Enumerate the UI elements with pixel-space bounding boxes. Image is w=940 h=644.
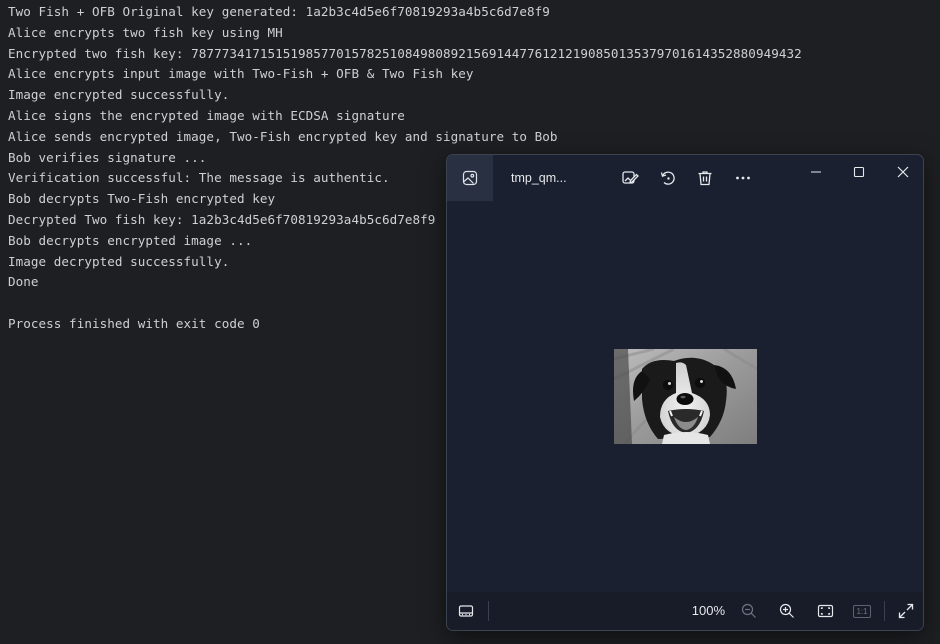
toolbar-divider <box>884 601 885 621</box>
close-button[interactable] <box>883 157 923 187</box>
console-line: Image encrypted successfully. <box>8 87 230 103</box>
console-line: Encrypted two fish key: 7877734171515198… <box>8 45 802 61</box>
minimize-button[interactable] <box>796 157 836 187</box>
minimize-icon <box>810 166 822 178</box>
edit-image-button[interactable] <box>617 165 643 191</box>
image-canvas[interactable] <box>447 201 923 592</box>
maximize-button[interactable] <box>839 157 879 187</box>
more-icon <box>734 169 752 187</box>
console-line: Alice signs the encrypted image with ECD… <box>8 107 405 123</box>
fullscreen-icon <box>898 603 914 619</box>
rotate-button[interactable] <box>655 165 681 191</box>
viewer-tab[interactable] <box>447 155 493 201</box>
filmstrip-button[interactable] <box>453 598 479 624</box>
maximize-icon <box>853 166 865 178</box>
fullscreen-button[interactable] <box>893 598 919 624</box>
close-icon <box>897 166 909 178</box>
zoom-out-button[interactable] <box>736 598 762 624</box>
actual-size-icon: 1:1 <box>853 604 871 618</box>
console-line: Two Fish + OFB Original key generated: 1… <box>8 4 550 19</box>
zoom-out-icon <box>741 603 757 619</box>
fit-to-window-icon <box>817 603 834 619</box>
console-line: Alice encrypts input image with Two-Fish… <box>8 66 474 82</box>
image-icon <box>462 170 478 186</box>
console-line: Alice encrypts two fish key using MH <box>8 24 283 40</box>
dog-photo <box>614 349 757 444</box>
zoom-in-icon <box>779 603 795 619</box>
more-button[interactable] <box>730 165 756 191</box>
delete-button[interactable] <box>692 165 718 191</box>
filmstrip-icon <box>458 603 474 619</box>
rotate-icon <box>659 169 677 187</box>
trash-icon <box>696 169 714 187</box>
zoom-level[interactable]: 100% <box>681 602 725 620</box>
viewer-titlebar[interactable]: tmp_qm... <box>447 155 923 201</box>
console-line: Alice sends encrypted image, Two-Fish en… <box>8 128 558 144</box>
toolbar-divider <box>488 601 489 621</box>
viewer-bottom-bar: 100% 1:1 <box>447 592 923 630</box>
zoom-in-button[interactable] <box>774 598 800 624</box>
actual-size-button[interactable]: 1:1 <box>849 598 875 624</box>
file-name: tmp_qm... <box>511 171 567 185</box>
fit-to-window-button[interactable] <box>812 598 838 624</box>
photo-viewer-window: tmp_qm... 100% 1:1 <box>446 154 924 631</box>
edit-image-icon <box>621 169 639 187</box>
